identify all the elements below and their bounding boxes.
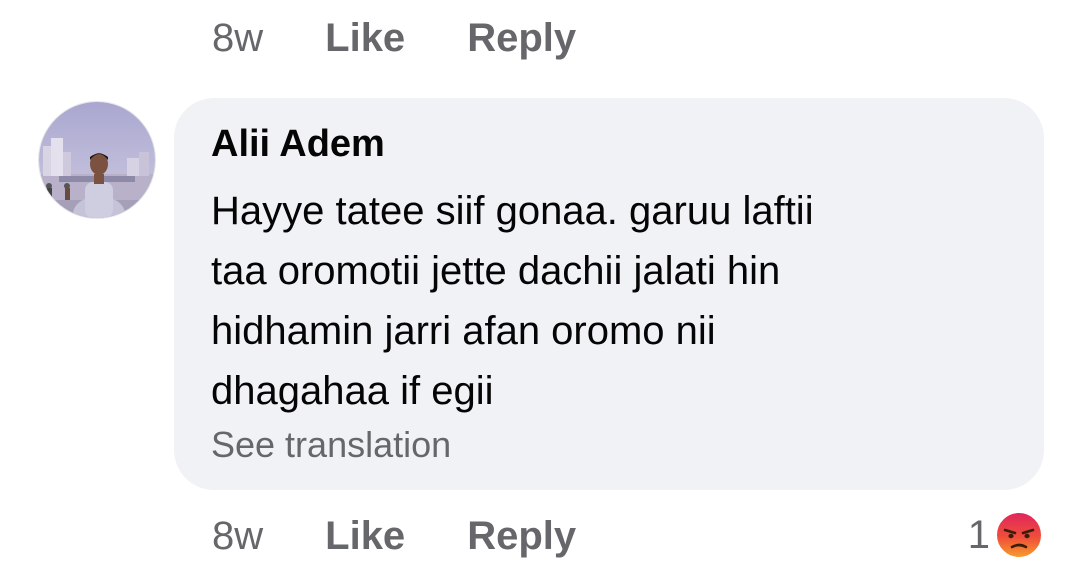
comment-timestamp: 8w — [212, 513, 264, 558]
reaction-summary[interactable]: 1 — [968, 508, 1044, 562]
see-translation-link[interactable]: See translation — [211, 424, 451, 466]
avatar-photo — [39, 102, 155, 218]
comment-text-line: taa oromotii jette dachii jalati hin — [211, 249, 781, 293]
comment-bubble: Alii Adem Hayye tatee siif gonaa. garuu … — [174, 98, 1044, 490]
reply-button[interactable]: Reply — [467, 514, 576, 559]
comment-text-line: hidhamin jarri afan oromo nii — [211, 309, 716, 353]
comment-author-name[interactable]: Alii Adem — [211, 123, 385, 166]
like-button[interactable]: Like — [325, 16, 405, 61]
avatar[interactable] — [38, 101, 156, 219]
comment-text-line: Hayye tatee siif gonaa. garuu laftii — [211, 189, 814, 233]
comment-text-line: dhagahaa if egii — [211, 369, 494, 413]
previous-comment-actions: 8w Like Reply — [212, 8, 576, 68]
comment-timestamp: 8w — [212, 15, 264, 60]
like-button[interactable]: Like — [325, 514, 405, 559]
angry-emoji-icon — [995, 511, 1043, 559]
reply-button[interactable]: Reply — [467, 16, 576, 61]
comment-text: Hayye tatee siif gonaa. garuu laftii taa… — [211, 181, 1001, 421]
comment-actions: 8w Like Reply — [212, 506, 576, 566]
reaction-count: 1 — [967, 512, 990, 557]
